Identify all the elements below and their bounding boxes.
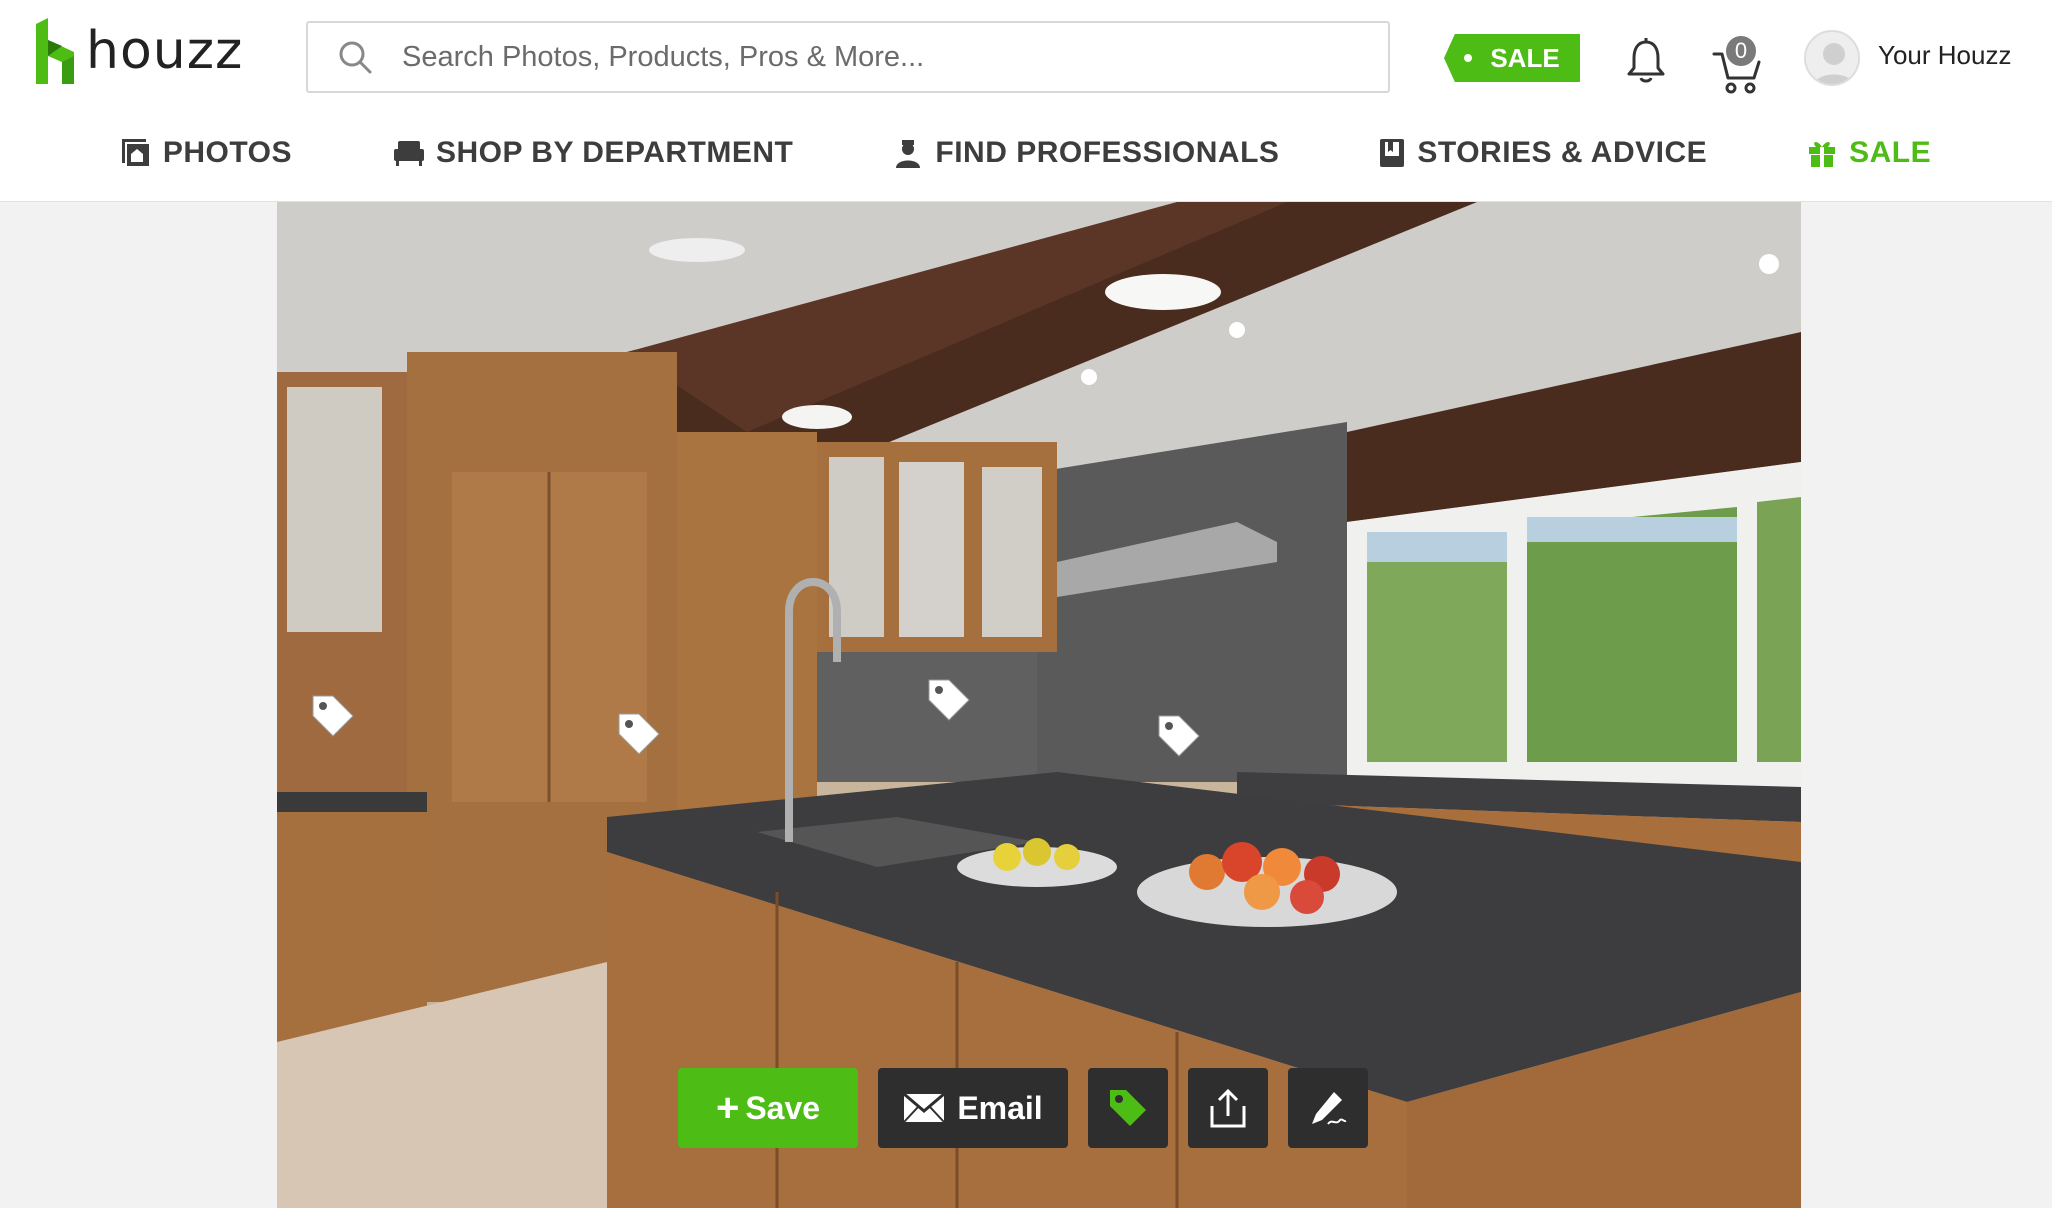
houzz-logo-icon	[36, 18, 74, 84]
envelope-icon	[903, 1093, 946, 1123]
nav-label: SALE	[1849, 136, 1932, 169]
edit-icon	[1312, 1092, 1347, 1125]
email-button[interactable]: Email	[878, 1068, 1068, 1148]
product-tag-marker[interactable]	[925, 676, 973, 724]
kitchen-photo[interactable]	[277, 202, 1801, 1208]
search-input[interactable]	[402, 40, 1302, 74]
tag-products-button[interactable]	[1088, 1068, 1168, 1148]
nav-item-photos[interactable]: PHOTOS	[121, 136, 292, 170]
your-houzz-link[interactable]: Your Houzz	[1878, 40, 2011, 71]
nav-label: FIND PROFESSIONALS	[935, 136, 1280, 169]
search-icon	[339, 41, 372, 74]
gift-icon	[1809, 142, 1836, 167]
sale-badge-label: SALE	[1490, 42, 1560, 73]
houzz-logo[interactable]: houzz	[36, 16, 243, 86]
nav-item-professionals[interactable]: FIND PROFESSIONALS	[893, 136, 1279, 170]
nav-label: PHOTOS	[162, 136, 292, 169]
edit-button[interactable]	[1288, 1068, 1368, 1148]
plus-icon: +	[715, 1085, 740, 1130]
nav-label: STORIES & ADVICE	[1417, 136, 1708, 169]
photos-icon	[121, 139, 151, 168]
product-tag-marker[interactable]	[1155, 712, 1203, 760]
avatar[interactable]	[1804, 30, 1860, 86]
save-label: Save	[745, 1089, 821, 1126]
sale-badge[interactable]: SALE	[1444, 34, 1580, 82]
save-button[interactable]: + Save	[678, 1068, 858, 1148]
logo-text: houzz	[86, 21, 244, 81]
email-label: Email	[957, 1089, 1043, 1126]
sofa-icon	[393, 141, 424, 166]
share-button[interactable]	[1188, 1068, 1268, 1148]
main-nav: PHOTOS SHOP BY DEPARTMENT FIND PROFESSIO…	[0, 122, 2052, 184]
nav-label: SHOP BY DEPARTMENT	[435, 136, 794, 169]
share-icon	[1210, 1088, 1246, 1128]
product-tag-marker[interactable]	[615, 710, 663, 758]
tag-icon	[1110, 1090, 1146, 1126]
professional-icon	[896, 140, 921, 168]
product-tag-marker[interactable]	[309, 692, 357, 740]
nav-item-shop[interactable]: SHOP BY DEPARTMENT	[392, 136, 793, 170]
search-bar[interactable]	[306, 21, 1390, 93]
bell-icon[interactable]	[1626, 38, 1666, 84]
site-header: houzz SALE 0 Your Houzz	[0, 0, 2052, 202]
book-icon	[1380, 139, 1405, 167]
nav-item-sale[interactable]: SALE	[1807, 136, 1931, 170]
kitchen-scene-image	[277, 202, 1801, 1208]
photo-action-bar: + Save Email	[678, 1068, 1368, 1148]
nav-item-stories[interactable]: STORIES & ADVICE	[1379, 136, 1707, 170]
user-silhouette-icon	[1813, 43, 1855, 84]
cart-count-badge: 0	[1724, 34, 1758, 68]
badge-dot	[1464, 54, 1473, 62]
